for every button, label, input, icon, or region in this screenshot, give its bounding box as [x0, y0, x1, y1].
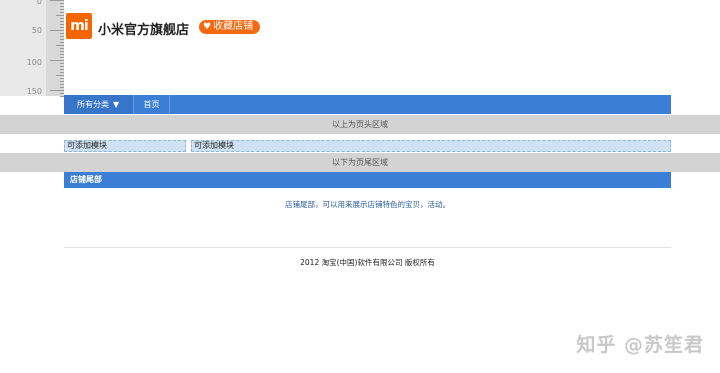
ruler-tick [60, 36, 64, 37]
ruler-tick [50, 0, 64, 1]
heart-icon: ♥ [203, 22, 212, 32]
ruler-label-0: 0 [36, 0, 42, 6]
shop-footer-description: 店铺尾部，可以用来展示店铺特色的宝贝，活动。 [285, 200, 450, 209]
ruler-tick [60, 78, 64, 79]
ruler-tick [60, 81, 64, 82]
ruler-tick [60, 9, 64, 10]
ruler-label-150: 150 [26, 87, 42, 96]
footer-divider [64, 247, 671, 248]
ruler-scale [46, 0, 64, 97]
nav-all-categories-label: 所有分类 [77, 100, 109, 109]
ruler-tick [60, 39, 64, 40]
ruler-tick [60, 21, 64, 22]
header-area-divider: 以上为页头区域 [0, 115, 720, 134]
footer-area-divider: 以下为页尾区域 [0, 153, 720, 172]
ruler-tick [60, 72, 64, 73]
ruler-tick [50, 30, 64, 31]
ruler-tick [60, 51, 64, 52]
ruler-label-100: 100 [26, 58, 42, 67]
ruler-tick [56, 45, 64, 46]
ruler-label-50: 50 [31, 26, 42, 35]
ruler-tick [60, 66, 64, 67]
ruler-tick [60, 93, 64, 94]
favorite-shop-button[interactable]: ♥ 收藏店铺 [199, 20, 260, 34]
ruler-tick [56, 15, 64, 16]
caret-down-icon: ▼ [113, 100, 120, 109]
ruler-tick [60, 18, 64, 19]
ruler-tick [60, 6, 64, 7]
ruler-tick [60, 48, 64, 49]
ruler-tick [60, 63, 64, 64]
ruler-tick [60, 69, 64, 70]
xiaomi-logo[interactable]: mi [66, 13, 92, 39]
ruler-tick [60, 42, 64, 43]
shop-footer-title: 店铺尾部 [64, 172, 671, 188]
ruler-tick [60, 57, 64, 58]
ruler-tick [60, 12, 64, 13]
ruler-tick [56, 75, 64, 76]
ruler-tick [60, 87, 64, 88]
ruler-tick [60, 27, 64, 28]
copyright-text: 2012 淘宝(中国)软件有限公司 版权所有 [300, 258, 435, 267]
ruler-tick [60, 3, 64, 4]
ruler-tick [60, 84, 64, 85]
vertical-ruler: 0 50 100 150 [0, 0, 64, 97]
favorite-shop-label: 收藏店铺 [213, 21, 254, 32]
add-module-slot-left[interactable]: 可添加模块 [64, 140, 186, 152]
ruler-tick [60, 54, 64, 55]
nav-home[interactable]: 首页 [134, 95, 170, 114]
ruler-tick [50, 90, 64, 91]
ruler-tick [60, 24, 64, 25]
ruler-tick [60, 33, 64, 34]
ruler-tick [50, 60, 64, 61]
nav-all-categories[interactable]: 所有分类 ▼ [64, 95, 134, 114]
logo-glyph: mi [70, 18, 88, 34]
shop-name[interactable]: 小米官方旗舰店 [98, 19, 189, 38]
shop-nav-bar: 所有分类 ▼ 首页 [64, 95, 671, 114]
add-module-slot-right[interactable]: 可添加模块 [191, 140, 671, 152]
zhihu-watermark: 知乎 @苏笙君 [576, 334, 704, 356]
